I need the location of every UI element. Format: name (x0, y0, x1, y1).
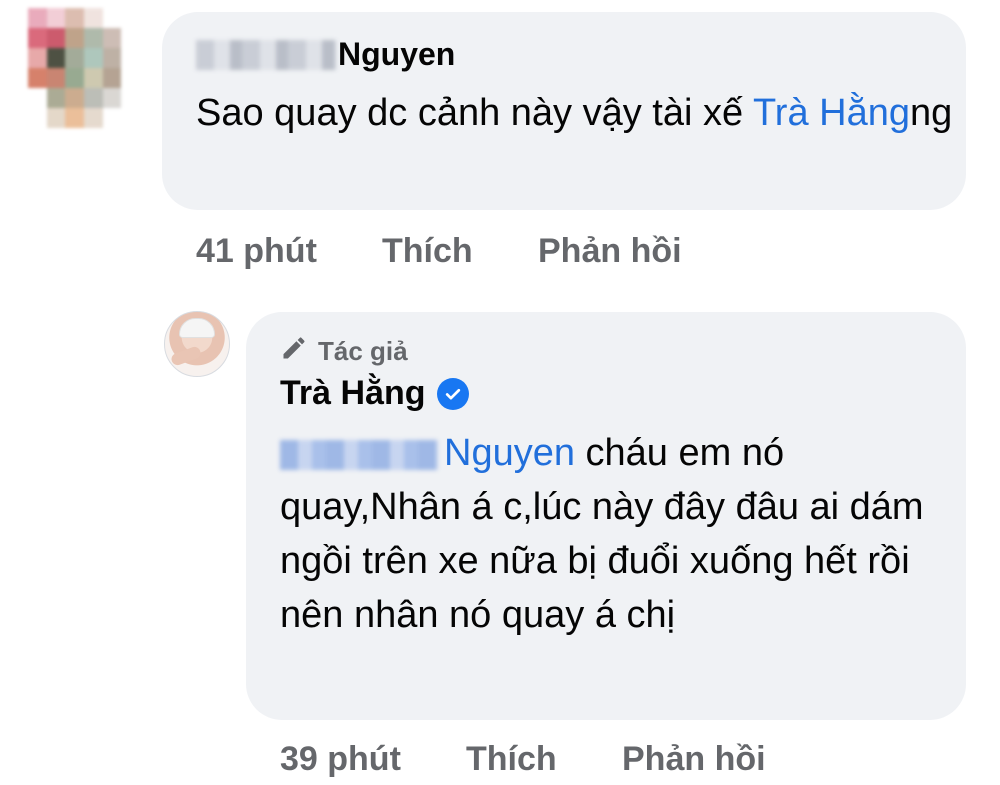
reply-author[interactable]: Trà Hằng (280, 374, 470, 413)
reply-timestamp[interactable]: 39 phút (280, 740, 401, 779)
comment-text-part: Sao quay dc cảnh này vậy tài xế (196, 92, 753, 134)
verified-check-icon (437, 377, 470, 410)
comment-timestamp[interactable]: 41 phút (196, 232, 317, 271)
comment-author-name[interactable]: Nguyen (338, 36, 455, 73)
reply-button[interactable]: Phản hồi (622, 740, 766, 779)
commenter-avatar[interactable] (28, 8, 140, 128)
reply-text: Nguyen cháu em nó quay,Nhân á c,lúc này … (280, 426, 950, 642)
reply-author-avatar[interactable] (164, 311, 230, 377)
reply-author-name[interactable]: Trà Hằng (280, 374, 425, 413)
mention-link[interactable]: Nguyen (444, 432, 575, 474)
pencil-icon (280, 334, 308, 369)
comment-text-part: ng (910, 92, 953, 134)
badge-label: Tác giả (318, 336, 408, 366)
redacted-name (196, 39, 336, 70)
like-button[interactable]: Thích (382, 232, 473, 271)
mention-link[interactable]: Trà Hằng (753, 92, 910, 134)
like-button[interactable]: Thích (466, 740, 557, 779)
comment-author[interactable]: Nguyen (196, 36, 455, 73)
comment-text: Sao quay dc cảnh này vậy tài xế Trà Hằng… (196, 86, 956, 140)
reply-button[interactable]: Phản hồi (538, 232, 682, 271)
redacted-name (280, 439, 438, 470)
author-badge: Tác giả (280, 334, 408, 369)
